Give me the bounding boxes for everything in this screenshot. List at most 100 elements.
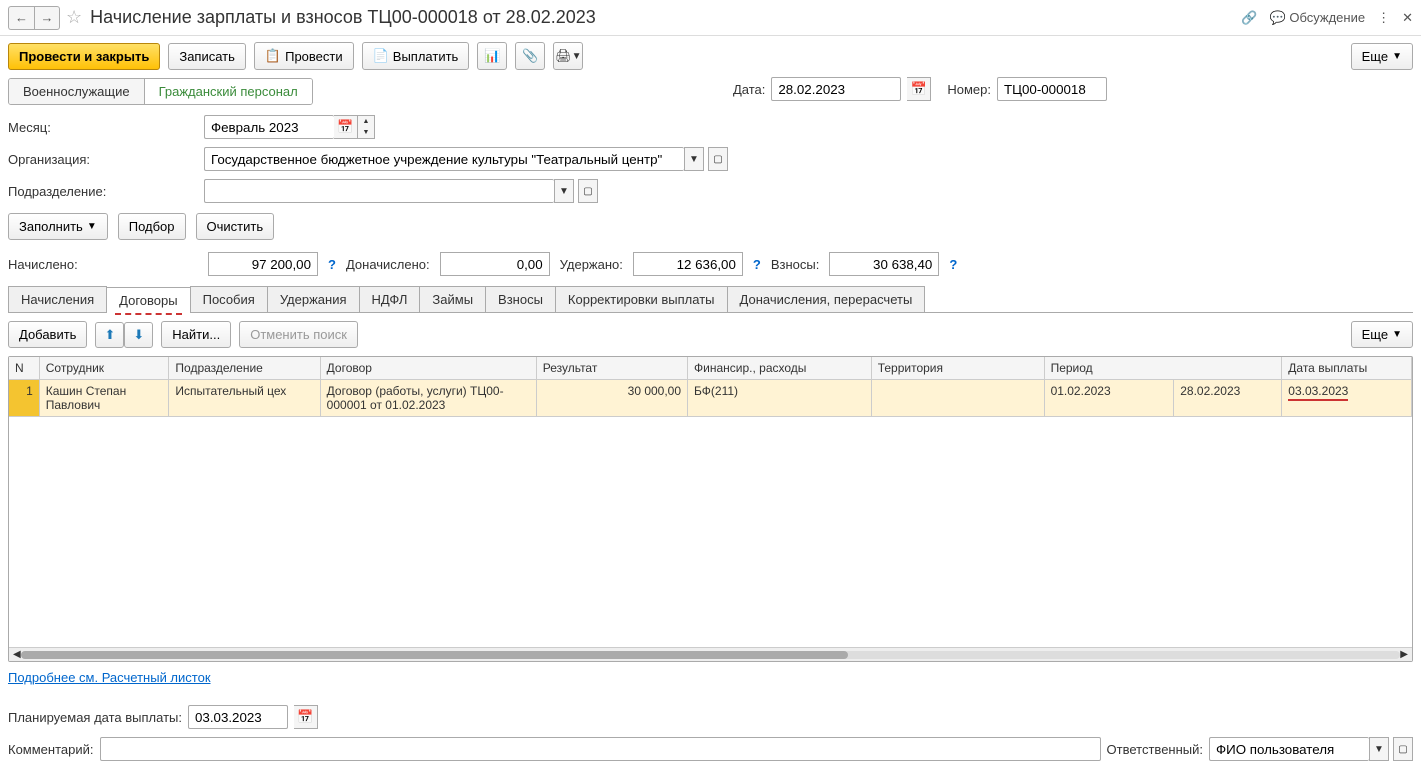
scroll-right-icon[interactable]: ▶ — [1400, 649, 1408, 660]
print-icon-button[interactable]: 🖨▼ — [553, 42, 583, 70]
responsible-input[interactable] — [1209, 737, 1369, 761]
tab-deductions[interactable]: Удержания — [267, 286, 360, 312]
clear-button[interactable]: Очистить — [196, 213, 275, 240]
tab-accruals[interactable]: Начисления — [8, 286, 107, 312]
fill-button[interactable]: Заполнить ▼ — [8, 213, 108, 240]
tab-ndfl[interactable]: НДФЛ — [359, 286, 421, 312]
date-label: Дата: — [733, 82, 765, 97]
extra-label: Доначислено: — [346, 257, 430, 272]
discussion-link[interactable]: 💬 Обсуждение — [1270, 10, 1366, 26]
cell-contract: Договор (работы, услуги) ТЦ00-000001 от … — [320, 380, 536, 417]
favorite-icon[interactable]: ☆ — [66, 7, 82, 28]
payslip-link[interactable]: Подробнее см. Расчетный листок — [8, 670, 211, 685]
cell-finance: БФ(211) — [688, 380, 872, 417]
org-dropdown-button[interactable]: ▼ — [684, 147, 704, 171]
month-up-button[interactable]: ▲ — [358, 116, 374, 127]
cell-period-from: 01.02.2023 — [1044, 380, 1174, 417]
number-label: Номер: — [947, 82, 991, 97]
tab-recalc[interactable]: Доначисления, перерасчеты — [727, 286, 926, 312]
pay-button[interactable]: 📄Выплатить — [362, 42, 470, 70]
col-employee[interactable]: Сотрудник — [39, 357, 169, 380]
cell-n: 1 — [9, 380, 39, 417]
cell-territory — [871, 380, 1044, 417]
add-button[interactable]: Добавить — [8, 321, 87, 348]
post-icon: 📋 — [265, 48, 281, 64]
month-down-button[interactable]: ▼ — [358, 127, 374, 138]
grid-more-button[interactable]: Еще ▼ — [1351, 321, 1413, 348]
tab-contributions[interactable]: Взносы — [485, 286, 556, 312]
contrib-value[interactable] — [829, 252, 939, 276]
nav-forward-button[interactable]: → — [34, 6, 60, 30]
col-contract[interactable]: Договор — [320, 357, 536, 380]
move-up-button[interactable]: ⬆ — [95, 322, 124, 348]
month-input[interactable] — [204, 115, 334, 139]
link-icon[interactable]: 🔗 — [1241, 10, 1257, 26]
move-down-button[interactable]: ⬇ — [124, 322, 153, 348]
comment-input[interactable] — [100, 737, 1101, 761]
col-n[interactable]: N — [9, 357, 39, 380]
tab-loans[interactable]: Займы — [419, 286, 486, 312]
cell-period-to: 28.02.2023 — [1174, 380, 1282, 417]
contrib-help[interactable]: ? — [949, 257, 957, 272]
segment-civil[interactable]: Гражданский персонал — [145, 79, 312, 104]
col-result[interactable]: Результат — [536, 357, 687, 380]
planned-date-calendar-button[interactable]: 📅 — [294, 705, 318, 729]
org-open-button[interactable]: ▢ — [708, 147, 728, 171]
cancel-find-button[interactable]: Отменить поиск — [239, 321, 358, 348]
page-title: Начисление зарплаты и взносов ТЦ00-00001… — [90, 7, 1241, 28]
kebab-menu-icon[interactable]: ⋮ — [1377, 10, 1390, 26]
responsible-dropdown-button[interactable]: ▼ — [1369, 737, 1389, 761]
tab-benefits[interactable]: Пособия — [190, 286, 268, 312]
extra-value[interactable] — [440, 252, 550, 276]
pick-button[interactable]: Подбор — [118, 213, 186, 240]
accrued-label: Начислено: — [8, 257, 198, 272]
tab-corrections[interactable]: Корректировки выплаты — [555, 286, 728, 312]
comment-label: Комментарий: — [8, 742, 94, 757]
planned-date-input[interactable] — [188, 705, 288, 729]
month-label: Месяц: — [8, 120, 198, 135]
tab-contracts[interactable]: Договоры — [106, 287, 190, 313]
post-and-close-button[interactable]: Провести и закрыть — [8, 43, 160, 70]
accrued-value[interactable] — [208, 252, 318, 276]
grid-hscroll[interactable]: ◀ ▶ — [9, 647, 1412, 661]
number-input[interactable] — [997, 77, 1107, 101]
col-paydate[interactable]: Дата выплаты — [1282, 357, 1412, 380]
attach-icon-button[interactable]: 📎 — [515, 42, 545, 70]
pay-icon: 📄 — [373, 48, 389, 64]
contrib-label: Взносы: — [771, 257, 820, 272]
cell-result: 30 000,00 — [536, 380, 687, 417]
post-button[interactable]: 📋Провести — [254, 42, 354, 70]
cell-paydate: 03.03.2023 — [1282, 380, 1412, 417]
col-department[interactable]: Подразделение — [169, 357, 320, 380]
org-input[interactable] — [204, 147, 684, 171]
withheld-help[interactable]: ? — [753, 257, 761, 272]
month-calendar-button[interactable]: 📅 — [334, 115, 358, 139]
scroll-left-icon[interactable]: ◀ — [13, 649, 21, 660]
withheld-label: Удержано: — [560, 257, 623, 272]
col-period[interactable]: Период — [1044, 357, 1282, 380]
dept-input[interactable] — [204, 179, 554, 203]
dept-dropdown-button[interactable]: ▼ — [554, 179, 574, 203]
cell-employee: Кашин Степан Павлович — [39, 380, 169, 417]
segment-military[interactable]: Военнослужащие — [9, 79, 145, 104]
col-territory[interactable]: Территория — [871, 357, 1044, 380]
find-button[interactable]: Найти... — [161, 321, 231, 348]
responsible-open-button[interactable]: ▢ — [1393, 737, 1413, 761]
accrued-help[interactable]: ? — [328, 257, 336, 272]
dept-label: Подразделение: — [8, 184, 198, 199]
date-input[interactable] — [771, 77, 901, 101]
date-calendar-button[interactable]: 📅 — [907, 77, 931, 101]
close-icon[interactable]: ✕ — [1402, 10, 1413, 26]
withheld-value[interactable] — [633, 252, 743, 276]
nav-back-button[interactable]: ← — [8, 6, 34, 30]
cell-department: Испытательный цех — [169, 380, 320, 417]
contracts-grid: N Сотрудник Подразделение Договор Резуль… — [8, 356, 1413, 662]
table-row[interactable]: 1 Кашин Степан Павлович Испытательный це… — [9, 380, 1412, 417]
report-icon-button[interactable]: 📊 — [477, 42, 507, 70]
save-button[interactable]: Записать — [168, 43, 246, 70]
more-button[interactable]: Еще ▼ — [1351, 43, 1413, 70]
responsible-label: Ответственный: — [1107, 742, 1203, 757]
col-finance[interactable]: Финансир., расходы — [688, 357, 872, 380]
personnel-segment: Военнослужащие Гражданский персонал — [8, 78, 313, 105]
dept-open-button[interactable]: ▢ — [578, 179, 598, 203]
